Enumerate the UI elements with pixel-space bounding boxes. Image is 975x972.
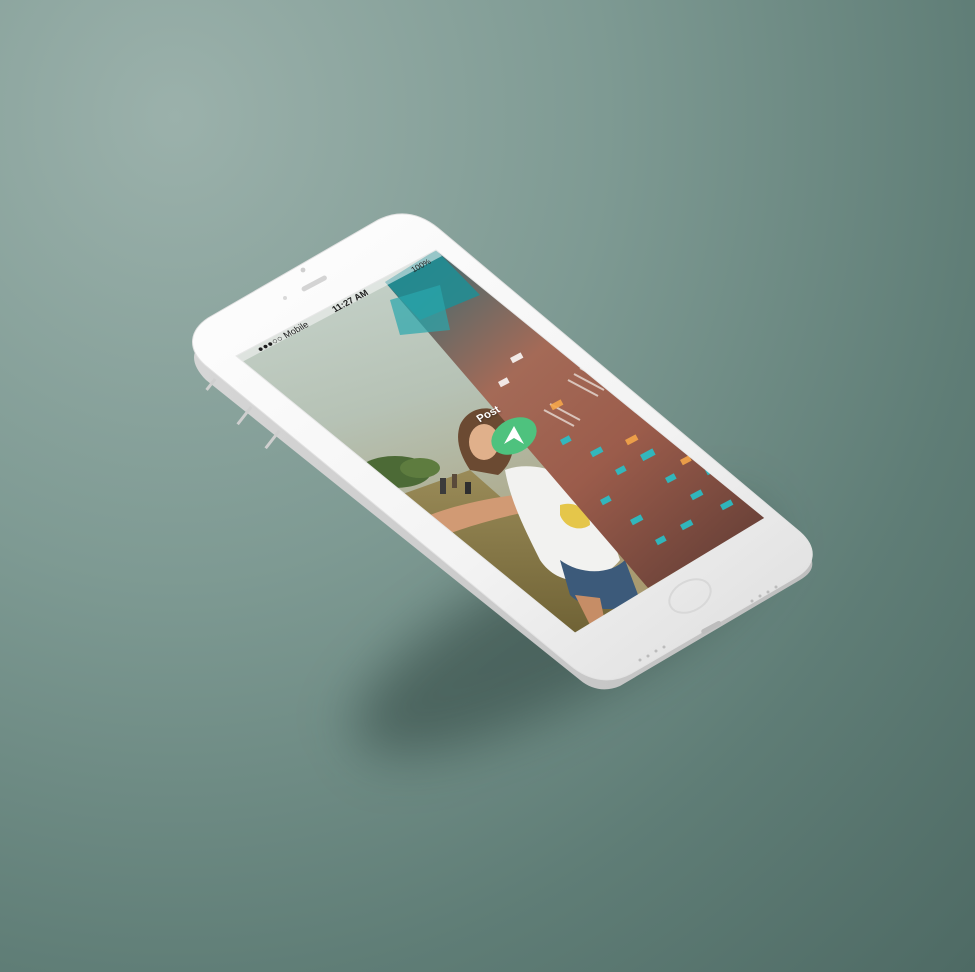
mockup-scene: ●●●○○ Mobile 11:27 AM 100% Post xyxy=(0,0,975,972)
phone-illustration xyxy=(192,213,813,690)
sensor xyxy=(283,296,287,300)
front-camera xyxy=(300,267,306,273)
